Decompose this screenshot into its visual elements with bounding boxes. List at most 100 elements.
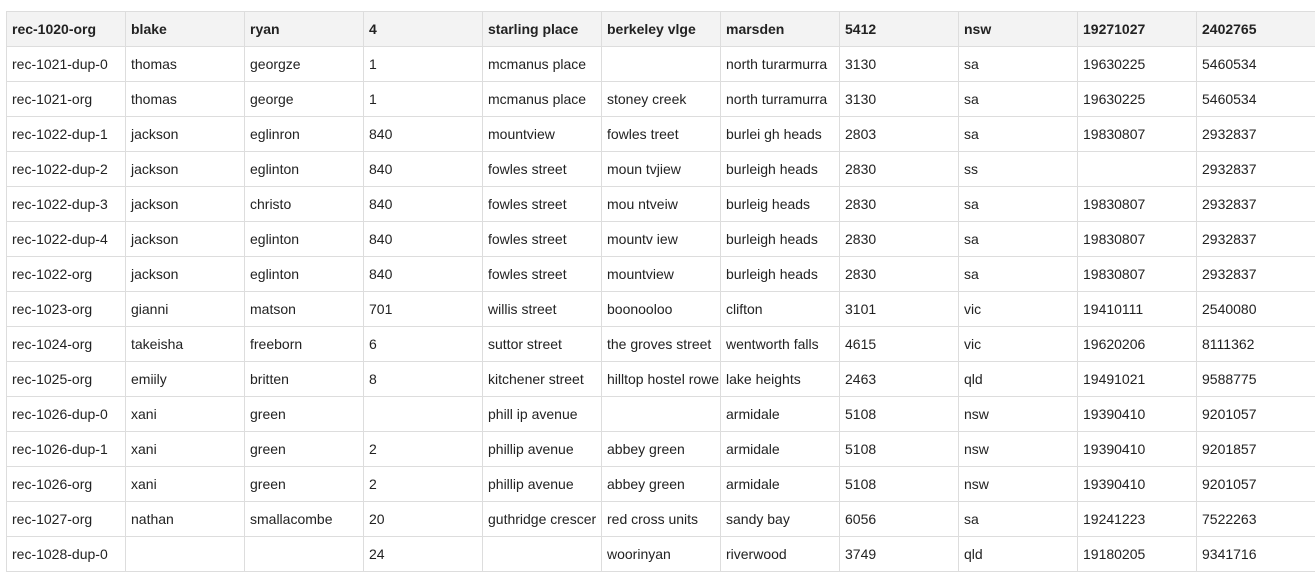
table-cell: vic: [958, 326, 1078, 362]
table-cell: christo: [244, 186, 364, 222]
table-cell: [244, 536, 364, 572]
table-cell: fowles street: [482, 221, 602, 257]
table-cell: eglinton: [244, 221, 364, 257]
table-cell: sa: [958, 186, 1078, 222]
table-cell: eglinton: [244, 151, 364, 187]
table-cell: [125, 536, 245, 572]
table-cell: nsw: [958, 431, 1078, 467]
table-cell: emiily: [125, 361, 245, 397]
table-cell: 2830: [839, 151, 959, 187]
table-cell: wentworth falls: [720, 326, 840, 362]
table-cell: north turarmurra: [720, 46, 840, 82]
table-row: rec-1026-org xani green 2 phillip avenue abbe…: [6, 466, 1315, 502]
table-cell: 2932837: [1196, 116, 1315, 152]
table-cell: 2932837: [1196, 221, 1315, 257]
table-cell: nsw: [958, 396, 1078, 432]
table-cell: fowles street: [482, 256, 602, 292]
table-row: rec-1022-dup-4 jackson eglinton 840 fowles s…: [6, 221, 1315, 257]
table-cell: 19830807: [1077, 186, 1197, 222]
table-cell: [1077, 151, 1197, 187]
table-cell: 840: [363, 151, 483, 187]
table-cell: 5108: [839, 396, 959, 432]
column-header: nsw: [958, 11, 1078, 47]
table-cell: rec-1027-org: [6, 501, 126, 537]
table-body: rec-1021-dup-0 thomas georgze 1 mcmanus plac…: [6, 46, 1315, 572]
table-cell: fowles street: [482, 186, 602, 222]
table-cell: suttor street: [482, 326, 602, 362]
table-cell: 9201057: [1196, 466, 1315, 502]
table-cell: burleigh heads: [720, 221, 840, 257]
table-cell: 19830807: [1077, 221, 1197, 257]
table-cell: sa: [958, 81, 1078, 117]
table-cell: 9341716: [1196, 536, 1315, 572]
table-cell: willis street: [482, 291, 602, 327]
table-cell: vic: [958, 291, 1078, 327]
table-cell: 3130: [839, 81, 959, 117]
table-cell: 19390410: [1077, 466, 1197, 502]
table-cell: 840: [363, 221, 483, 257]
table-cell: burleig heads: [720, 186, 840, 222]
table-cell: 19180205: [1077, 536, 1197, 572]
table-cell: 2830: [839, 256, 959, 292]
table-cell: boonooloo: [601, 291, 721, 327]
table-cell: thomas: [125, 81, 245, 117]
table-cell: red cross units: [601, 501, 721, 537]
table-cell: 701: [363, 291, 483, 327]
column-header: marsden: [720, 11, 840, 47]
table-cell: green: [244, 466, 364, 502]
table-cell: 6056: [839, 501, 959, 537]
table-cell: 9201857: [1196, 431, 1315, 467]
table-cell: 8111362: [1196, 326, 1315, 362]
table-row: rec-1024-org takeisha freeborn 6 suttor stre…: [6, 326, 1315, 362]
table-cell: takeisha: [125, 326, 245, 362]
table-cell: xani: [125, 431, 245, 467]
table-cell: sa: [958, 46, 1078, 82]
table-cell: phillip avenue: [482, 466, 602, 502]
table-cell: mountview: [482, 116, 602, 152]
table-cell: jackson: [125, 116, 245, 152]
table-cell: 2932837: [1196, 186, 1315, 222]
table-row: rec-1021-org thomas george 1 mcmanus place st…: [6, 81, 1315, 117]
table-cell: 840: [363, 116, 483, 152]
table-row: rec-1028-dup-0 24 woorinyan riverwood 3749 ql…: [6, 536, 1315, 572]
table-cell: rec-1023-org: [6, 291, 126, 327]
table-cell: jackson: [125, 186, 245, 222]
table-cell: smallacombe: [244, 501, 364, 537]
table-cell: phillip avenue: [482, 431, 602, 467]
table-cell: 19630225: [1077, 81, 1197, 117]
table-cell: mcmanus place: [482, 81, 602, 117]
table-cell: xani: [125, 466, 245, 502]
table-cell: moun tvjiew: [601, 151, 721, 187]
table-cell: qld: [958, 361, 1078, 397]
column-header: 4: [363, 11, 483, 47]
table-cell: [482, 536, 602, 572]
table-cell: mou ntveiw: [601, 186, 721, 222]
table-cell: kitchener street: [482, 361, 602, 397]
table-cell: abbey green: [601, 431, 721, 467]
header-row: rec-1020-org blake ryan 4 starling place berk…: [6, 11, 1315, 47]
table-cell: 3101: [839, 291, 959, 327]
table-cell: 5460534: [1196, 81, 1315, 117]
table-cell: qld: [958, 536, 1078, 572]
table-cell: phill ip avenue: [482, 396, 602, 432]
table-cell: green: [244, 431, 364, 467]
table-cell: 19390410: [1077, 396, 1197, 432]
table-cell: gianni: [125, 291, 245, 327]
table-cell: 19390410: [1077, 431, 1197, 467]
table-cell: 3749: [839, 536, 959, 572]
table-row: rec-1022-dup-2 jackson eglinton 840 fowles s…: [6, 151, 1315, 187]
table-cell: sa: [958, 256, 1078, 292]
table-cell: rec-1028-dup-0: [6, 536, 126, 572]
table-row: rec-1022-dup-3 jackson christo 840 fowles st…: [6, 186, 1315, 222]
table-cell: rec-1022-org: [6, 256, 126, 292]
table-cell: jackson: [125, 256, 245, 292]
table-cell: 4615: [839, 326, 959, 362]
table-row: rec-1021-dup-0 thomas georgze 1 mcmanus plac…: [6, 46, 1315, 82]
table-cell: mountv iew: [601, 221, 721, 257]
table-cell: 2540080: [1196, 291, 1315, 327]
table-container: rec-1020-org blake ryan 4 starling place berk…: [6, 11, 1315, 572]
table-cell: 2932837: [1196, 151, 1315, 187]
table-cell: rec-1021-dup-0: [6, 46, 126, 82]
table-cell: nathan: [125, 501, 245, 537]
table-cell: 3130: [839, 46, 959, 82]
